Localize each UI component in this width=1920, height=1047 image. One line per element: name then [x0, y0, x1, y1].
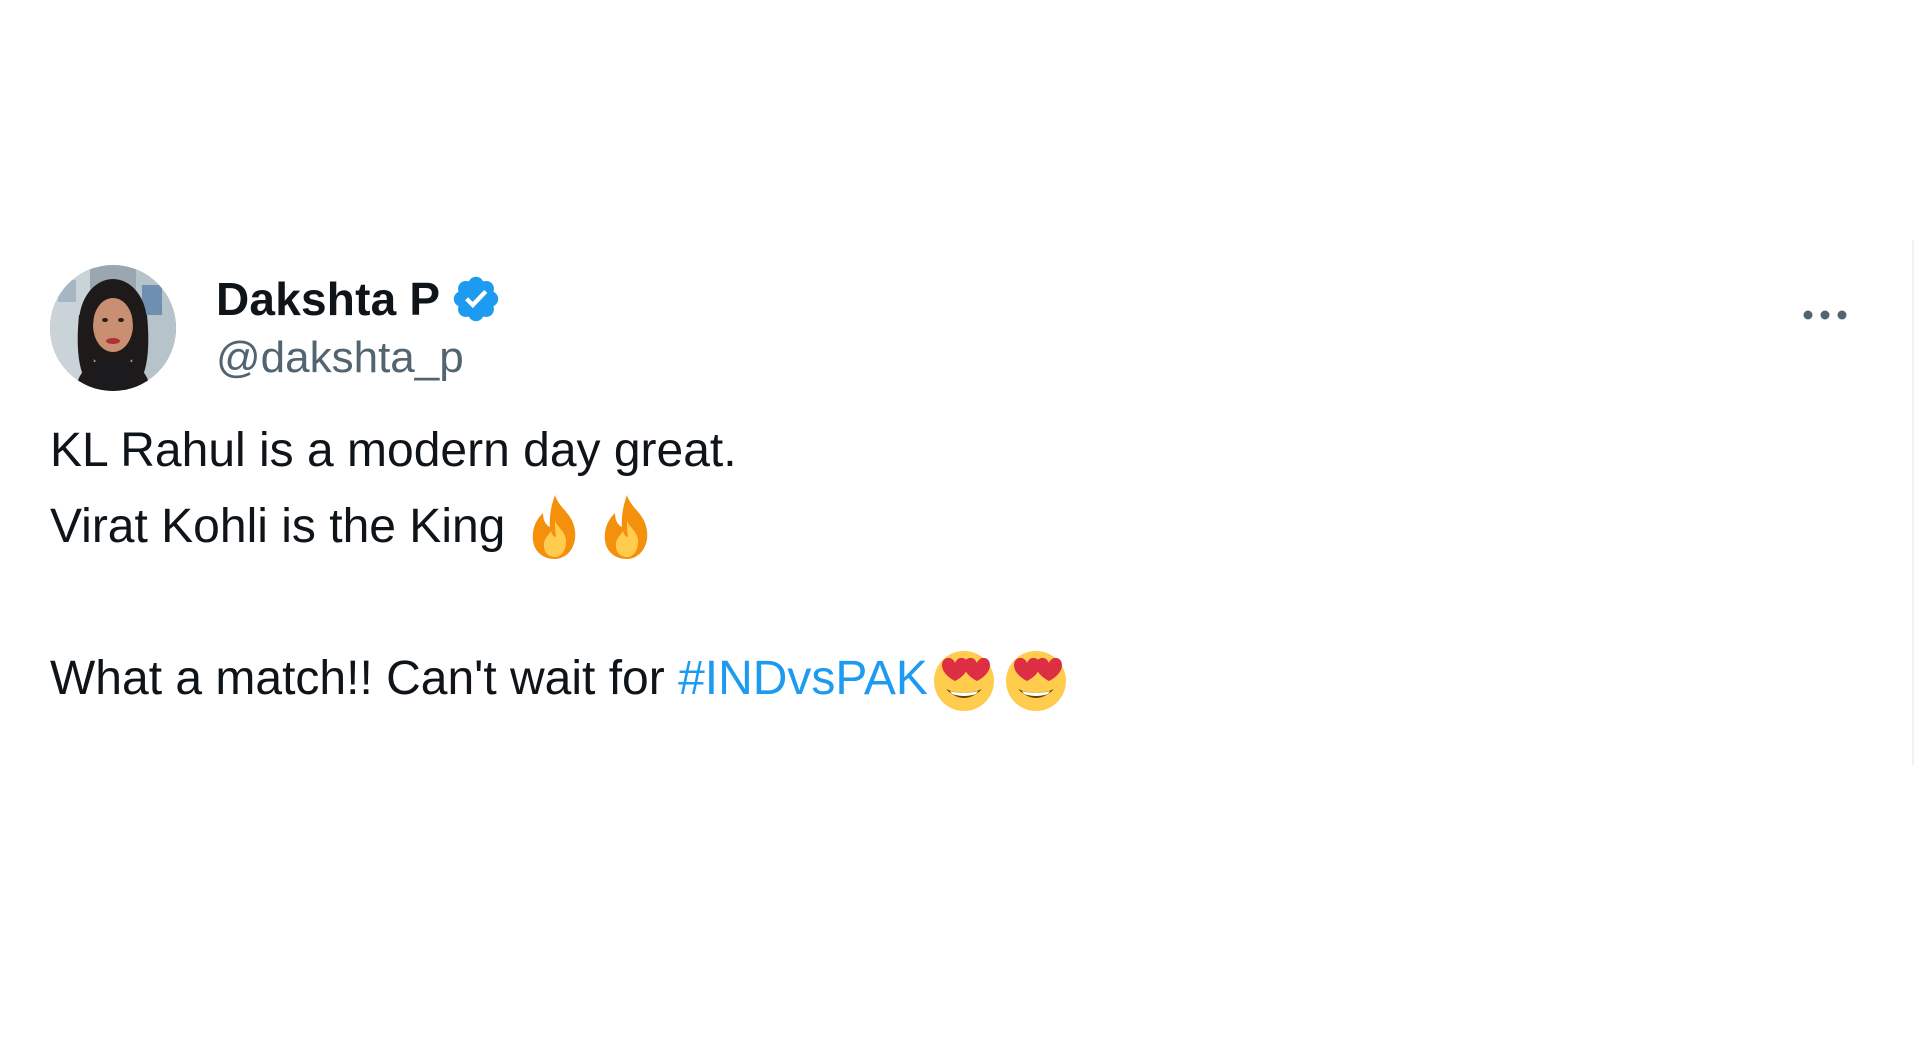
- more-options-button[interactable]: [1795, 285, 1855, 345]
- tweet-line-3: What a match!! Can't wait for #INDvsPAK: [50, 641, 1870, 717]
- fire-emoji-icon: [591, 491, 663, 563]
- author-names: Dakshta P @dakshta_p: [216, 269, 502, 383]
- tweet-text: KL Rahul is a modern day great. Virat Ko…: [50, 413, 1870, 717]
- tweet-line-3-text: What a match!! Can't wait for: [50, 652, 679, 705]
- heart-eyes-emoji-icon: [1000, 643, 1072, 715]
- avatar-image: [50, 265, 176, 391]
- display-name-row: Dakshta P: [216, 269, 502, 329]
- handle[interactable]: @dakshta_p: [216, 333, 502, 383]
- avatar[interactable]: [50, 265, 176, 391]
- fire-emoji-icon: [519, 491, 591, 563]
- column-divider: [1912, 240, 1914, 765]
- more-horizontal-icon: [1803, 310, 1847, 320]
- tweet[interactable]: Dakshta P @dakshta_p KL Rahul is a moder…: [50, 265, 1870, 717]
- tweet-header: Dakshta P @dakshta_p: [50, 265, 1870, 395]
- tweet-line-2-text: Virat Kohli is the King: [50, 500, 506, 553]
- tweet-line-2: Virat Kohli is the King: [50, 489, 1870, 565]
- page: Dakshta P @dakshta_p KL Rahul is a moder…: [0, 0, 1920, 1047]
- display-name[interactable]: Dakshta P: [216, 272, 440, 326]
- hashtag-link[interactable]: #INDvsPAK: [678, 641, 928, 717]
- verified-badge-icon[interactable]: [450, 273, 502, 325]
- tweet-line-1: KL Rahul is a modern day great.: [50, 413, 1870, 489]
- tweet-line-1-text: KL Rahul is a modern day great.: [50, 424, 737, 477]
- heart-eyes-emoji-icon: [928, 643, 1000, 715]
